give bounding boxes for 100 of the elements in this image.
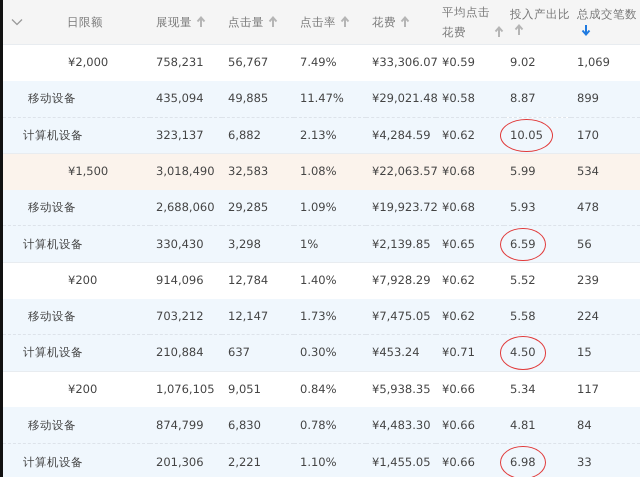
sort-up-icon[interactable] — [268, 16, 278, 28]
table-cell-text: 224 — [577, 308, 599, 325]
table-cell: 11.47% — [300, 90, 344, 108]
column-header[interactable]: 花费 — [372, 12, 396, 32]
table-cell: 49,885 — [228, 90, 268, 108]
table-cell-text: 1,069 — [577, 54, 610, 72]
table-cell: 914,096 — [156, 272, 204, 290]
table-cell: 6,830 — [228, 416, 261, 434]
table-cell-text: 330,430 — [156, 236, 204, 252]
sort-down-icon[interactable] — [581, 24, 591, 36]
device-label: 移动设备 — [28, 198, 76, 216]
table-cell: ¥29,021.48 — [372, 90, 438, 108]
table-cell-text: ¥0.65 — [442, 236, 475, 252]
budget-cell-text: ¥200 — [68, 380, 98, 398]
device-label: 计算机设备 — [23, 126, 83, 144]
table-cell: 0.78% — [300, 416, 337, 434]
device-label: 移动设备 — [28, 308, 76, 325]
table-cell-text: 117 — [577, 380, 599, 398]
table-cell-text: ¥0.68 — [442, 198, 475, 216]
table-cell: 5.52 — [510, 272, 536, 290]
sort-up-icon[interactable] — [514, 24, 524, 36]
column-header[interactable]: 日限额 — [67, 12, 103, 32]
table-cell-text: ¥33,306.07 — [372, 54, 438, 72]
table-cell-text: 9.02 — [510, 54, 536, 72]
table-cell: 4.81 — [510, 416, 536, 434]
table-cell-text: ¥2,139.85 — [372, 236, 431, 252]
table-cell-text: 637 — [228, 344, 250, 362]
table-cell: 874,799 — [156, 416, 204, 434]
table-cell-text: 56,767 — [228, 54, 268, 72]
table-cell: 435,094 — [156, 90, 204, 108]
table-cell: 899 — [577, 90, 599, 108]
table-cell: ¥0.58 — [442, 90, 475, 108]
table-cell: 201,306 — [156, 454, 204, 471]
table-cell: 1.08% — [300, 163, 337, 180]
table-cell-text: ¥453.24 — [372, 344, 420, 362]
table-cell-text: 5.58 — [510, 308, 536, 325]
device-label: 移动设备 — [28, 416, 76, 434]
table-cell-text: ¥7,475.05 — [372, 308, 431, 325]
budget-cell: ¥1,500 — [68, 163, 108, 180]
table-cell: 12,784 — [228, 272, 268, 290]
table-cell-text: ¥0.66 — [442, 380, 475, 398]
table-cell-text: 1% — [300, 236, 318, 252]
table-cell-text: 9,051 — [228, 380, 261, 398]
table-cell-text: 703,212 — [156, 308, 204, 325]
table-cell-text: 1.73% — [300, 308, 337, 325]
table-cell-text: 3,298 — [228, 236, 261, 252]
table-cell-text: ¥5,938.35 — [372, 380, 431, 398]
table-cell-text: 29,285 — [228, 198, 268, 216]
table-cell: 534 — [577, 163, 599, 180]
table-cell-text: 12,147 — [228, 308, 268, 325]
sort-up-icon[interactable] — [494, 26, 504, 38]
table-cell-text: ¥0.71 — [442, 344, 475, 362]
table-cell: ¥0.66 — [442, 454, 475, 471]
table-cell: 6,882 — [228, 126, 261, 144]
table-cell-text: ¥0.62 — [442, 308, 475, 325]
table-cell: 8.87 — [510, 90, 536, 108]
table-cell: 1.40% — [300, 272, 337, 290]
budget-cell: ¥200 — [68, 272, 98, 290]
device-label: 计算机设备 — [23, 454, 83, 471]
table-cell-text: 7.49% — [300, 54, 337, 72]
table-cell: 33 — [577, 454, 592, 471]
device-label: 计算机设备 — [23, 236, 83, 252]
sort-up-icon[interactable] — [400, 16, 410, 28]
table-cell: ¥0.66 — [442, 416, 475, 434]
table-cell: 84 — [577, 416, 592, 434]
table-cell-text: 2,688,060 — [156, 198, 215, 216]
table-cell-text: 1.09% — [300, 198, 337, 216]
budget-cell-text: ¥2,000 — [68, 54, 108, 72]
table-cell: 3,018,490 — [156, 163, 215, 180]
table-cell-text: 5.93 — [510, 198, 536, 216]
table-cell: ¥1,455.05 — [372, 454, 431, 471]
table-cell: 2,221 — [228, 454, 261, 471]
table-cell: 239 — [577, 272, 599, 290]
table-cell: 323,137 — [156, 126, 204, 144]
sort-up-icon[interactable] — [196, 16, 206, 28]
table-cell-text: 6.59 — [510, 236, 536, 252]
sort-up-icon[interactable] — [340, 16, 350, 28]
table-cell: 6.98 — [510, 454, 536, 471]
device-label: 移动设备 — [28, 90, 76, 108]
table-cell: 2.13% — [300, 126, 337, 144]
table-cell-text: 15 — [577, 344, 592, 362]
table-cell: 170 — [577, 126, 599, 144]
table-cell-text: ¥19,923.72 — [372, 198, 438, 216]
chevron-down-icon[interactable] — [11, 18, 23, 26]
table-cell: ¥0.62 — [442, 126, 475, 144]
table-cell-text: 478 — [577, 198, 599, 216]
device-label: 计算机设备 — [23, 344, 83, 362]
table-cell: ¥4,284.59 — [372, 126, 431, 144]
table-cell: 10.05 — [510, 126, 543, 144]
table-cell-text: 56 — [577, 236, 592, 252]
table-cell: 5.99 — [510, 163, 536, 180]
table-cell-text: 4.50 — [510, 344, 536, 362]
table-cell-text: ¥0.59 — [442, 54, 475, 72]
table-cell: ¥0.68 — [442, 163, 475, 180]
table-cell: ¥7,928.29 — [372, 272, 431, 290]
table-cell: ¥4,483.30 — [372, 416, 431, 434]
table-cell: ¥22,063.57 — [372, 163, 438, 180]
table-cell-text: 1,076,105 — [156, 380, 215, 398]
table-cell-text: 210,884 — [156, 344, 204, 362]
table-cell-text: 758,231 — [156, 54, 204, 72]
